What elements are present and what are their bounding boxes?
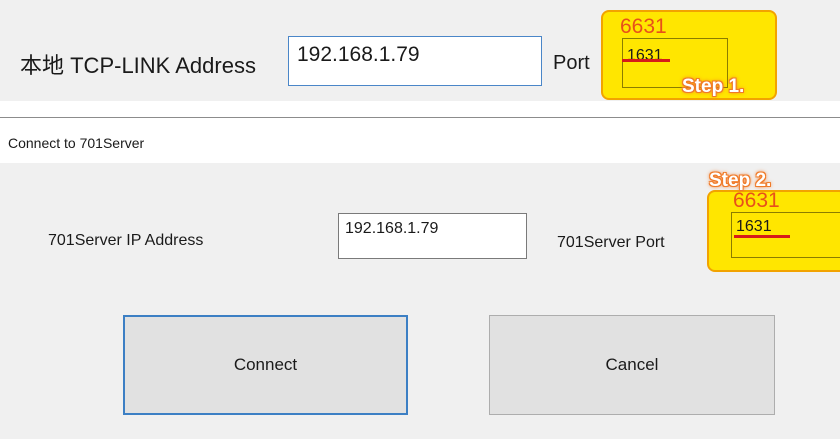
tcp-link-address-label: 本地 TCP-LINK Address [20,53,256,78]
step1-badge: Step 1. [682,76,745,97]
screenshot-root: 本地 TCP-LINK Address 192.168.1.79 Port 66… [0,0,840,439]
step2-strikethrough-line [734,235,790,238]
tcp-link-port-label: Port [553,52,590,74]
server-ip-label: 701Server IP Address [48,232,204,249]
step1-new-port-value: 6631 [620,15,667,38]
server-ip-input[interactable]: 192.168.1.79 [338,213,527,259]
step2-badge: Step 2. [709,170,772,191]
connect-dialog-title: Connect to 701Server [8,135,145,151]
section-divider [0,117,840,118]
connect-button[interactable]: Connect [123,315,408,415]
tcp-link-ip-input[interactable]: 192.168.1.79 [288,36,542,86]
step2-new-port-value: 6631 [733,189,780,212]
cancel-button[interactable]: Cancel [489,315,775,415]
step1-strikethrough-line [622,59,670,62]
server-port-label: 701Server Port [557,234,665,251]
